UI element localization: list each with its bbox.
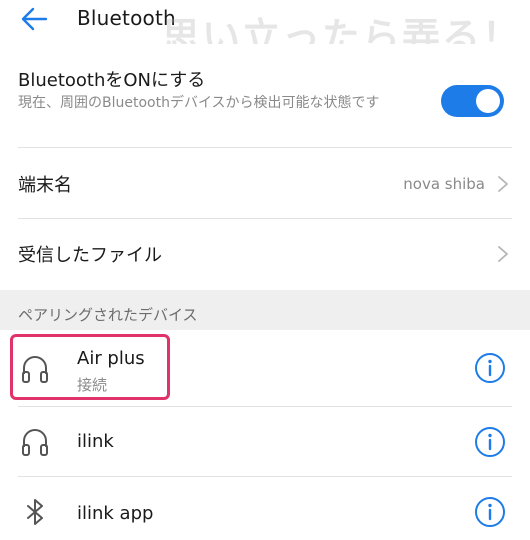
paired-device-row[interactable]: ilink bbox=[0, 407, 530, 477]
divider bbox=[18, 147, 512, 148]
back-button[interactable] bbox=[14, 4, 54, 34]
back-arrow-icon bbox=[21, 7, 48, 31]
paired-device-row[interactable]: ilink app bbox=[0, 477, 530, 540]
bluetooth-toggle-description: 現在、周囲のBluetoothデバイスから検出可能な状態です bbox=[18, 95, 380, 111]
info-icon[interactable] bbox=[474, 496, 506, 528]
device-name: ilink bbox=[77, 431, 114, 452]
device-name-row[interactable]: 端末名 nova shiba bbox=[0, 149, 530, 219]
device-status: 接続 bbox=[77, 376, 108, 394]
paired-devices-section-header: ペアリングされたデバイス bbox=[0, 290, 530, 330]
bluetooth-toggle-switch[interactable] bbox=[441, 85, 504, 117]
bluetooth-icon bbox=[27, 499, 43, 525]
paired-device-row[interactable]: Air plus 接続 bbox=[0, 330, 530, 407]
app-header: Bluetooth 思い立ったら弄る！ bbox=[0, 0, 530, 59]
headphones-icon bbox=[22, 356, 48, 383]
received-files-row[interactable]: 受信したファイル bbox=[0, 219, 530, 290]
toggle-knob bbox=[476, 89, 500, 113]
device-name: ilink app bbox=[77, 503, 154, 524]
headphones-icon bbox=[22, 429, 48, 456]
device-name-label: 端末名 bbox=[18, 175, 72, 196]
chevron-right-icon bbox=[498, 176, 508, 192]
info-icon[interactable] bbox=[474, 352, 506, 384]
chevron-right-icon bbox=[498, 246, 508, 262]
device-name: Air plus bbox=[77, 348, 145, 369]
paired-devices-label: ペアリングされたデバイス bbox=[18, 306, 198, 324]
received-files-label: 受信したファイル bbox=[18, 245, 162, 266]
info-icon[interactable] bbox=[474, 426, 506, 458]
page-title: Bluetooth bbox=[77, 6, 176, 30]
device-name-value: nova shiba bbox=[403, 175, 485, 193]
bluetooth-toggle-label: BluetoothをONにする bbox=[18, 70, 206, 91]
